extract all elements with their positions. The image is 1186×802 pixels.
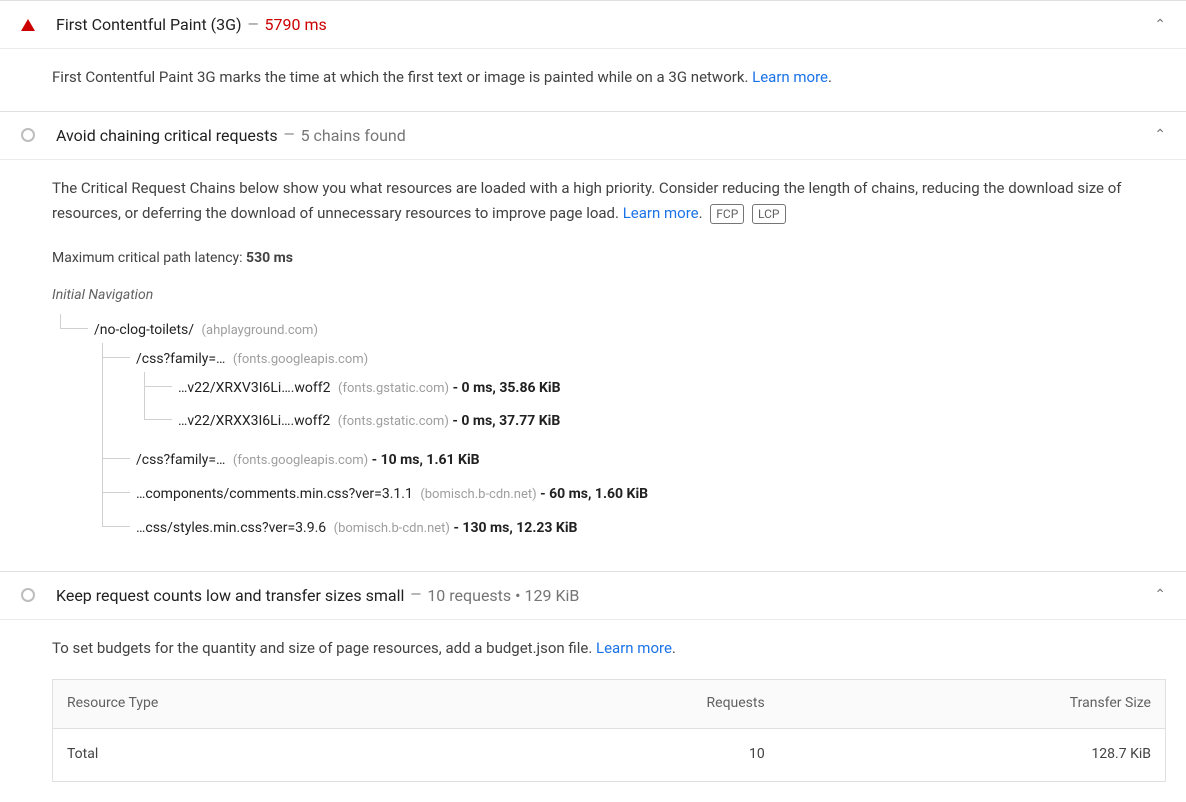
node-url: /css?family=… (136, 351, 225, 367)
tree-node: /css?family=… (fonts.googleapis.com) - 1… (118, 444, 1166, 478)
node-host: (bomisch.b-cdn.net) (334, 521, 450, 536)
node-url: …components/comments.min.css?ver=3.1.1 (136, 486, 413, 502)
col-transfer-size: Transfer Size (779, 680, 1166, 729)
table-row: Total 10 128.7 KiB (53, 728, 1166, 781)
tree-node: /no-clog-toilets/ (ahplayground.com) /cs… (76, 314, 1166, 551)
tree-node: …v22/XRXV3I6Li….woff2 (fonts.gstatic.com… (160, 372, 1166, 406)
node-host: (fonts.gstatic.com) (338, 414, 449, 429)
cell-type: Total (53, 728, 475, 781)
audit-body-budget: To set budgets for the quantity and size… (0, 620, 1186, 802)
latency-value: 530 ms (246, 250, 293, 266)
audit-description: The Critical Request Chains below show y… (52, 179, 1122, 223)
tree-node: …css/styles.min.css?ver=3.9.6 (bomisch.b… (118, 512, 1166, 546)
tree-node: /css?family=… (fonts.googleapis.com) …v2… (118, 343, 1166, 444)
separator: — (248, 17, 259, 33)
latency-label: Maximum critical path latency: (52, 250, 246, 266)
cell-size: 128.7 KiB (779, 728, 1166, 781)
node-url: /css?family=… (136, 452, 225, 468)
audit-title: Keep request counts low and transfer siz… (56, 586, 404, 605)
audit-metric: 5790 ms (265, 15, 327, 34)
audit-body-chains: The Critical Request Chains below show y… (0, 160, 1186, 571)
audit-description: To set budgets for the quantity and size… (52, 639, 596, 657)
audit-body-fcp3g: First Contentful Paint 3G marks the time… (0, 49, 1186, 111)
audit-subtitle: 5 chains found (301, 126, 406, 145)
circle-info-icon (20, 127, 36, 143)
node-stat: - 0 ms, 35.86 KiB (453, 380, 561, 396)
learn-more-link[interactable]: Learn more (752, 68, 828, 86)
tree-node: …components/comments.min.css?ver=3.1.1 (… (118, 478, 1166, 512)
node-stat: - 130 ms, 12.23 KiB (453, 520, 577, 536)
node-host: (fonts.googleapis.com) (233, 352, 368, 367)
audit-fcp3g: First Contentful Paint (3G) — 5790 ms ⌃ … (0, 0, 1186, 111)
node-stat: - 0 ms, 37.77 KiB (452, 413, 560, 429)
request-chain-tree: Initial Navigation /no-clog-toilets/ (ah… (52, 284, 1166, 550)
triangle-fail-icon (20, 17, 36, 33)
col-resource-type: Resource Type (53, 680, 475, 729)
tree-node: …v22/XRXX3I6Li….woff2 (fonts.gstatic.com… (160, 405, 1166, 439)
budget-table: Resource Type Requests Transfer Size Tot… (52, 679, 1166, 782)
audit-chains: Avoid chaining critical requests — 5 cha… (0, 111, 1186, 571)
node-url: /no-clog-toilets/ (94, 322, 194, 338)
badge-lcp: LCP (752, 204, 785, 224)
node-host: (fonts.gstatic.com) (338, 381, 449, 396)
separator: — (410, 587, 421, 603)
audit-description: First Contentful Paint 3G marks the time… (52, 68, 752, 86)
node-url: …v22/XRXX3I6Li….woff2 (178, 413, 330, 429)
audit-subtitle: 10 requests • 129 KiB (427, 586, 579, 605)
circle-info-icon (20, 587, 36, 603)
audit-budget: Keep request counts low and transfer siz… (0, 571, 1186, 802)
badge-fcp: FCP (710, 204, 744, 224)
tree-root-label: Initial Navigation (52, 284, 1166, 308)
audit-title: First Contentful Paint (3G) (56, 15, 242, 34)
node-host: (bomisch.b-cdn.net) (420, 487, 536, 502)
node-host: (ahplayground.com) (202, 323, 318, 338)
node-url: …css/styles.min.css?ver=3.9.6 (136, 520, 326, 536)
node-stat: - 60 ms, 1.60 KiB (540, 486, 648, 502)
node-host: (fonts.googleapis.com) (233, 453, 368, 468)
separator: — (284, 127, 295, 143)
audit-title: Avoid chaining critical requests (56, 126, 278, 145)
latency-line: Maximum critical path latency: 530 ms (52, 247, 1166, 271)
learn-more-link[interactable]: Learn more (596, 639, 672, 657)
node-stat: - 10 ms, 1.61 KiB (372, 452, 480, 468)
learn-more-link[interactable]: Learn more (623, 204, 699, 222)
chevron-up-icon[interactable]: ⌃ (1154, 127, 1166, 143)
cell-requests: 10 (475, 728, 779, 781)
audit-header-chains[interactable]: Avoid chaining critical requests — 5 cha… (0, 112, 1186, 160)
node-url: …v22/XRXV3I6Li….woff2 (178, 380, 331, 396)
chevron-up-icon[interactable]: ⌃ (1154, 587, 1166, 603)
chevron-up-icon[interactable]: ⌃ (1154, 17, 1166, 33)
audit-header-budget[interactable]: Keep request counts low and transfer siz… (0, 572, 1186, 620)
audit-header-fcp3g[interactable]: First Contentful Paint (3G) — 5790 ms ⌃ (0, 1, 1186, 49)
col-requests: Requests (475, 680, 779, 729)
